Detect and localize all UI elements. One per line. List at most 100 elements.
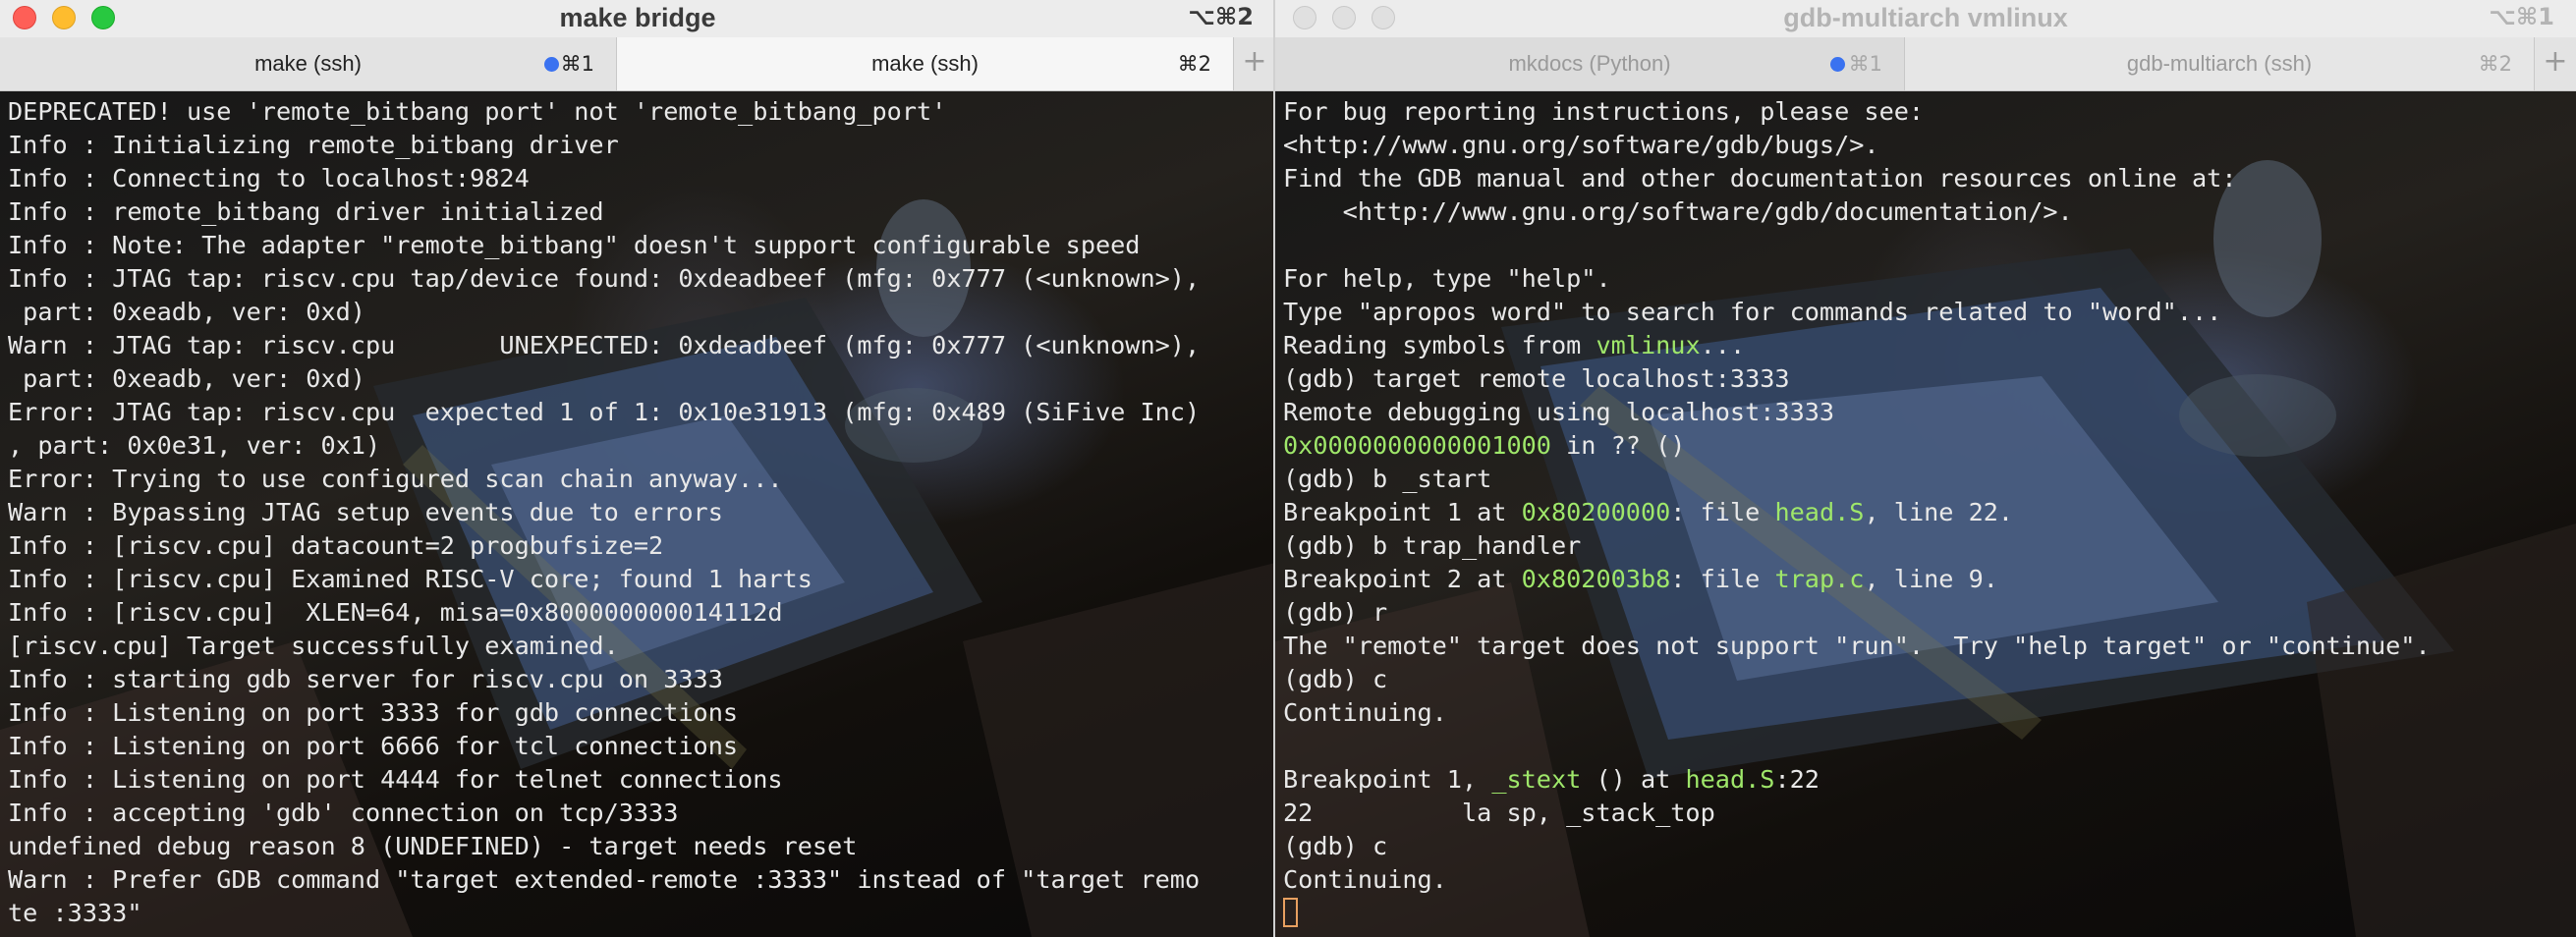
terminal-line: Type "apropos word" to search for comman…: [1283, 296, 2431, 329]
terminal-line: part: 0xeadb, ver: 0xd): [8, 298, 365, 326]
terminal-line: Error: Trying to use configured scan cha…: [8, 465, 783, 493]
text-span: in ?? (): [1550, 431, 1686, 460]
highlighted-token: vmlinux: [1596, 331, 1701, 359]
tab-shortcut: ⌘1: [1848, 52, 1882, 76]
terminal-line: For help, type "help".: [1283, 262, 2431, 296]
text-span: Reading symbols from: [1283, 331, 1596, 359]
titlebar[interactable]: make bridge ⌥⌘2: [0, 0, 1275, 38]
tab-shortcut: ⌘1: [560, 52, 594, 76]
cursor-line: [1283, 897, 2431, 930]
terminal-line: Warn : Bypassing JTAG setup events due t…: [8, 498, 723, 526]
tab-label: gdb-multiarch (ssh): [2126, 51, 2313, 76]
tab-label: mkdocs (Python): [1508, 51, 1671, 76]
text-span: Continuing.: [1283, 865, 1447, 894]
tab-label: make (ssh): [254, 51, 362, 76]
terminal-line: Info : [riscv.cpu] XLEN=64, misa=0x80000…: [8, 598, 783, 627]
terminal-line: Find the GDB manual and other documentat…: [1283, 162, 2431, 195]
left-terminal-window: make bridge ⌥⌘2 make (ssh) ⌘1 make (ssh)…: [0, 0, 1275, 937]
tab-mkdocs-python[interactable]: mkdocs (Python) ⌘1: [1275, 37, 1905, 90]
window-title: gdb-multiarch vmlinux: [1783, 3, 2068, 32]
activity-dot-icon: [544, 57, 559, 72]
terminal-output[interactable]: For bug reporting instructions, please s…: [1275, 91, 2576, 937]
highlighted-token: head.S: [1685, 765, 1775, 794]
text-span: , line 22.: [1864, 498, 2014, 526]
text-span: For help, type "help".: [1283, 264, 1611, 293]
terminal-line: (gdb) c: [1283, 830, 2431, 863]
terminal-line: undefined debug reason 8 (UNDEFINED) - t…: [8, 832, 858, 860]
terminal-line: Reading symbols from vmlinux...: [1283, 329, 2431, 362]
terminal-line: DEPRECATED! use 'remote_bitbang port' no…: [8, 97, 947, 126]
terminal-lines: DEPRECATED! use 'remote_bitbang port' no…: [8, 95, 1200, 930]
highlighted-token: 0x802003b8: [1521, 565, 1671, 593]
new-tab-button[interactable]: +: [1234, 37, 1275, 90]
window-shortcut: ⌥⌘1: [2489, 3, 2554, 30]
terminal-line: Info : [riscv.cpu] datacount=2 progbufsi…: [8, 531, 664, 560]
text-span: Find the GDB manual and other documentat…: [1283, 164, 2237, 193]
text-span: For bug reporting instructions, please s…: [1283, 97, 1925, 126]
window-title: make bridge: [559, 3, 716, 32]
terminal-line: , part: 0x0e31, ver: 0x1): [8, 431, 381, 460]
tab-make-ssh-1[interactable]: make (ssh) ⌘1: [0, 37, 617, 90]
text-span: Continuing.: [1283, 698, 1447, 727]
new-tab-button[interactable]: +: [2535, 37, 2576, 90]
terminal-line: Info : Connecting to localhost:9824: [8, 164, 530, 193]
text-span: (gdb) r: [1283, 598, 1388, 627]
terminal-line: Breakpoint 2 at 0x802003b8: file trap.c,…: [1283, 563, 2431, 596]
text-span: ...: [1700, 331, 1746, 359]
terminal-line: te :3333": [8, 899, 142, 927]
terminal-line: (gdb) target remote localhost:3333: [1283, 362, 2431, 396]
terminal-line: Continuing.: [1283, 696, 2431, 730]
terminal-lines: For bug reporting instructions, please s…: [1283, 95, 2431, 930]
tab-make-ssh-2[interactable]: make (ssh) ⌘2: [617, 37, 1234, 90]
text-span: (gdb) c: [1283, 665, 1388, 693]
text-span: : file: [1670, 498, 1775, 526]
tab-bar: make (ssh) ⌘1 make (ssh) ⌘2 +: [0, 37, 1275, 91]
terminal-line: Info : Listening on port 6666 for tcl co…: [8, 732, 739, 760]
terminal-line: part: 0xeadb, ver: 0xd): [8, 364, 365, 393]
terminal-line: Info : Note: The adapter "remote_bitbang…: [8, 231, 1141, 259]
highlighted-token: 0x0000000000001000: [1283, 431, 1551, 460]
tab-bar: mkdocs (Python) ⌘1 gdb-multiarch (ssh) ⌘…: [1275, 37, 2576, 91]
terminal-output[interactable]: DEPRECATED! use 'remote_bitbang port' no…: [0, 91, 1275, 937]
text-span: Breakpoint 2 at: [1283, 565, 1522, 593]
terminal-line: Info : Initializing remote_bitbang drive…: [8, 131, 619, 159]
text-span: (gdb) b _start: [1283, 465, 1492, 493]
terminal-line: Remote debugging using localhost:3333: [1283, 396, 2431, 429]
terminal-line: (gdb) b _start: [1283, 463, 2431, 496]
text-span: Breakpoint 1 at: [1283, 498, 1522, 526]
text-span: <http://www.gnu.org/software/gdb/bugs/>.: [1283, 131, 1879, 159]
terminal-line: <http://www.gnu.org/software/gdb/documen…: [1283, 195, 2431, 229]
text-span: (gdb) b trap_handler: [1283, 531, 1582, 560]
text-span: 22 la sp, _stack_top: [1283, 799, 1715, 827]
terminal-line: Error: JTAG tap: riscv.cpu expected 1 of…: [8, 398, 1201, 426]
text-span: Breakpoint 1,: [1283, 765, 1492, 794]
text-span: Type "apropos word" to search for comman…: [1283, 298, 2222, 326]
activity-dot-icon: [1830, 57, 1845, 72]
right-terminal-window: gdb-multiarch vmlinux ⌥⌘1 mkdocs (Python…: [1275, 0, 2576, 937]
terminal-line: Info : Listening on port 3333 for gdb co…: [8, 698, 739, 727]
highlighted-token: head.S: [1774, 498, 1865, 526]
text-span: The "remote" target does not support "ru…: [1283, 632, 2431, 660]
terminal-line: Continuing.: [1283, 863, 2431, 897]
titlebar[interactable]: gdb-multiarch vmlinux ⌥⌘1: [1275, 0, 2576, 38]
plus-icon: +: [2543, 44, 2568, 79]
text-cursor: [1283, 898, 1298, 927]
terminal-line: <http://www.gnu.org/software/gdb/bugs/>.: [1283, 129, 2431, 162]
text-span: :22: [1774, 765, 1820, 794]
terminal-line: For bug reporting instructions, please s…: [1283, 95, 2431, 129]
text-span: (gdb) target remote localhost:3333: [1283, 364, 1790, 393]
terminal-line: Info : Listening on port 4444 for telnet…: [8, 765, 783, 794]
tab-label: make (ssh): [871, 51, 979, 76]
terminal-line: Breakpoint 1 at 0x80200000: file head.S,…: [1283, 496, 2431, 529]
terminal-line: 22 la sp, _stack_top: [1283, 797, 2431, 830]
terminal-line: [riscv.cpu] Target successfully examined…: [8, 632, 619, 660]
text-span: Remote debugging using localhost:3333: [1283, 398, 1835, 426]
text-span: : file: [1670, 565, 1775, 593]
terminal-line: (gdb) c: [1283, 663, 2431, 696]
terminal-line: Info : remote_bitbang driver initialized: [8, 197, 604, 226]
tab-gdb-multiarch-ssh[interactable]: gdb-multiarch (ssh) ⌘2: [1905, 37, 2535, 90]
terminal-line: Warn : JTAG tap: riscv.cpu UNEXPECTED: 0…: [8, 331, 1201, 359]
terminal-line: Info : starting gdb server for riscv.cpu…: [8, 665, 723, 693]
